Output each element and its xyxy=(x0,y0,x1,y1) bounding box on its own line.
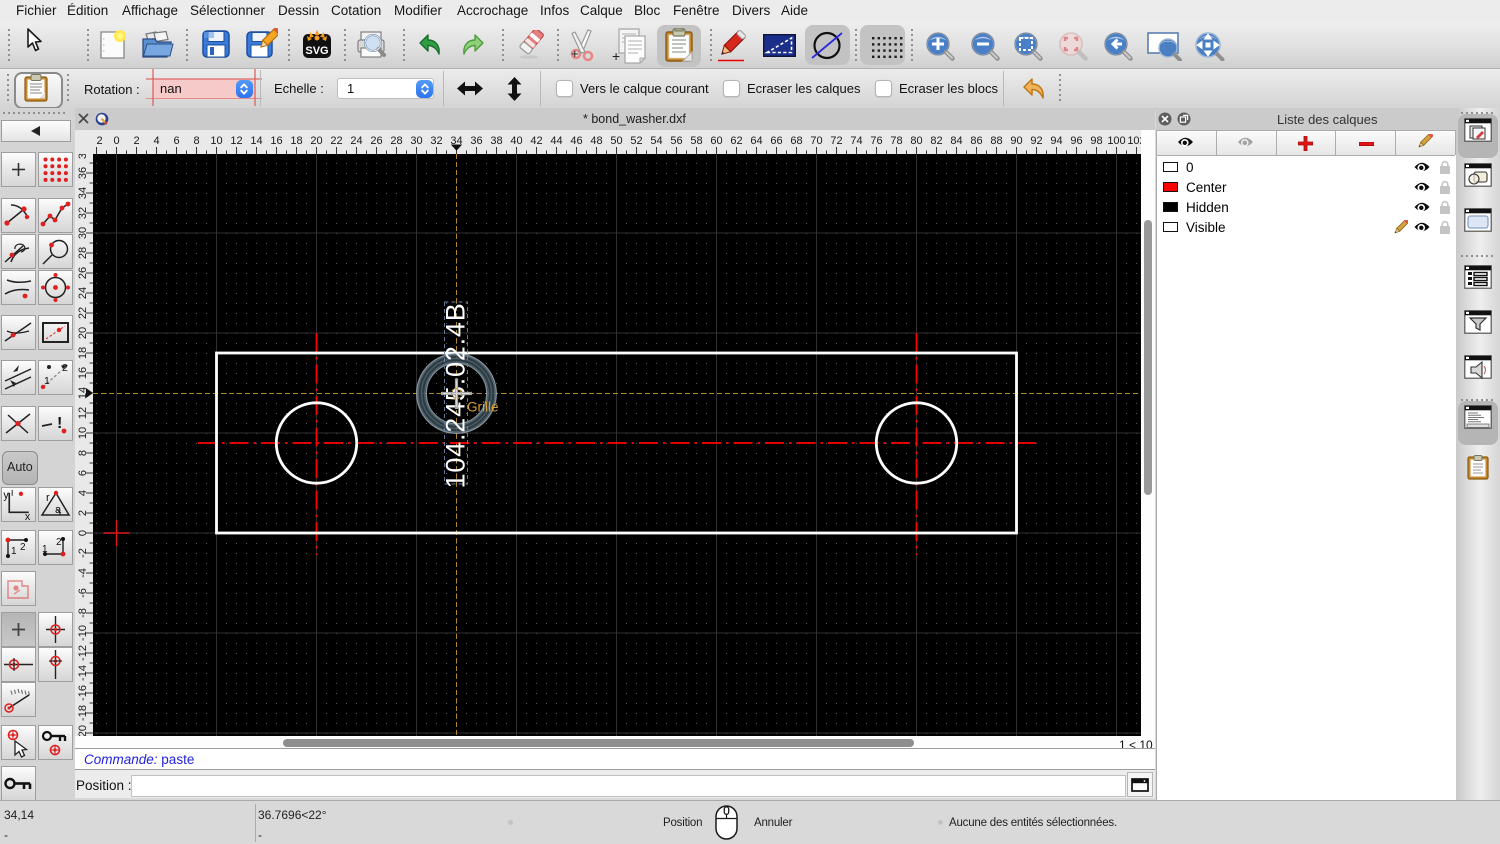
svg-text:66: 66 xyxy=(770,135,782,147)
svg-text:1: 1 xyxy=(11,546,17,557)
svg-text:1: 1 xyxy=(42,544,48,555)
svg-text:x: x xyxy=(25,511,31,522)
svg-text:2: 2 xyxy=(96,135,102,147)
svg-text:24: 24 xyxy=(350,135,362,147)
svg-text:42: 42 xyxy=(530,135,542,147)
svg-text:80: 80 xyxy=(910,135,922,147)
svg-text:+: + xyxy=(612,48,620,64)
svg-text:20: 20 xyxy=(310,135,322,147)
svg-text:38: 38 xyxy=(77,154,89,159)
svg-text:58: 58 xyxy=(690,135,702,147)
svg-text:30: 30 xyxy=(410,135,422,147)
svg-text:SVG: SVG xyxy=(305,45,328,57)
svg-text:Grille: Grille xyxy=(467,400,499,415)
svg-text:!: ! xyxy=(57,415,62,432)
svg-text:92: 92 xyxy=(1030,135,1042,147)
svg-text:96: 96 xyxy=(1070,135,1082,147)
svg-text:36: 36 xyxy=(470,135,482,147)
svg-text:60: 60 xyxy=(710,135,722,147)
svg-text:72: 72 xyxy=(830,135,842,147)
svg-text:88: 88 xyxy=(990,135,1002,147)
svg-text:76: 76 xyxy=(870,135,882,147)
svg-text:56: 56 xyxy=(670,135,682,147)
svg-text:2: 2 xyxy=(56,537,62,548)
svg-text:54: 54 xyxy=(650,135,662,147)
svg-text:10: 10 xyxy=(210,135,222,147)
svg-text:52: 52 xyxy=(630,135,642,147)
svg-text:78: 78 xyxy=(890,135,902,147)
svg-text:46: 46 xyxy=(570,135,582,147)
svg-text:y: y xyxy=(3,490,9,502)
svg-text:70: 70 xyxy=(810,135,822,147)
svg-text:100: 100 xyxy=(1107,135,1125,147)
svg-text:44: 44 xyxy=(550,135,562,147)
svg-text:74: 74 xyxy=(850,135,862,147)
svg-text:6: 6 xyxy=(173,135,179,147)
svg-text:32: 32 xyxy=(430,135,442,147)
svg-text:14: 14 xyxy=(250,135,262,147)
svg-text:64: 64 xyxy=(750,135,762,147)
svg-text:0: 0 xyxy=(113,135,119,147)
svg-text:68: 68 xyxy=(790,135,802,147)
svg-text:2: 2 xyxy=(133,135,139,147)
svg-text:84: 84 xyxy=(950,135,962,147)
svg-text:4: 4 xyxy=(153,135,159,147)
svg-text:102: 102 xyxy=(1127,135,1141,147)
svg-text:50: 50 xyxy=(610,135,622,147)
svg-text:16: 16 xyxy=(270,135,282,147)
svg-text:22: 22 xyxy=(330,135,342,147)
svg-text:82: 82 xyxy=(930,135,942,147)
svg-text:94: 94 xyxy=(1050,135,1062,147)
svg-text:98: 98 xyxy=(1090,135,1102,147)
svg-text:90: 90 xyxy=(1010,135,1022,147)
svg-text:2: 2 xyxy=(62,362,68,374)
svg-text:86: 86 xyxy=(970,135,982,147)
svg-text:1: 1 xyxy=(44,375,50,387)
svg-text:26: 26 xyxy=(370,135,382,147)
svg-text:48: 48 xyxy=(590,135,602,147)
svg-text:2: 2 xyxy=(20,542,26,553)
svg-text:28: 28 xyxy=(390,135,402,147)
svg-text:38: 38 xyxy=(490,135,502,147)
svg-text:12: 12 xyxy=(230,135,242,147)
svg-text:-20: -20 xyxy=(77,725,89,736)
svg-text:18: 18 xyxy=(290,135,302,147)
svg-text:40: 40 xyxy=(510,135,522,147)
svg-text:62: 62 xyxy=(730,135,742,147)
svg-text:8: 8 xyxy=(193,135,199,147)
svg-text:+: + xyxy=(571,46,579,61)
svg-text:r: r xyxy=(46,492,50,504)
